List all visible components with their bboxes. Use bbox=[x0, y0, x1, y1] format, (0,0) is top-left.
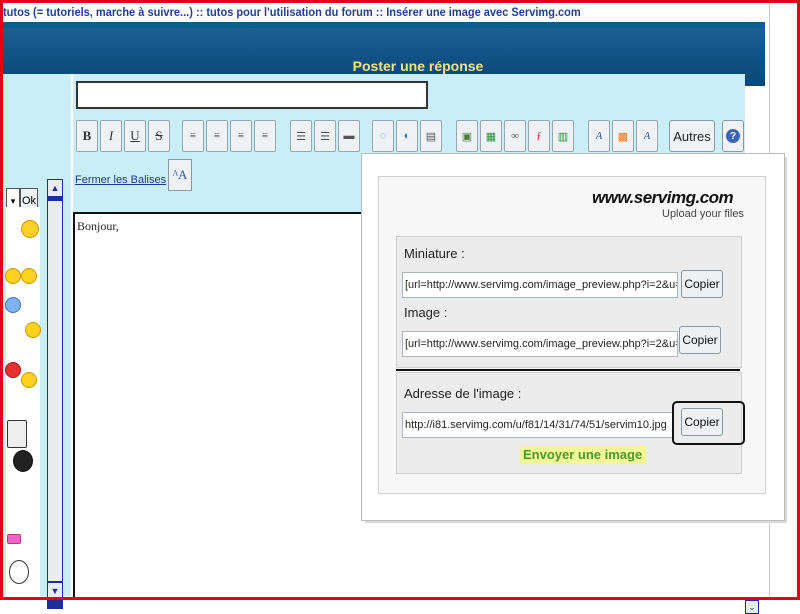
align-left-button[interactable]: ≡ bbox=[182, 120, 204, 152]
flash-icon: ƒ bbox=[536, 130, 542, 142]
number-list-button[interactable]: ☰ bbox=[314, 120, 336, 152]
link-button[interactable]: ∞ bbox=[504, 120, 526, 152]
servimg-tagline: Upload your files bbox=[662, 208, 744, 220]
smiley-scroll-thumb[interactable] bbox=[48, 201, 62, 581]
cards-smiley-icon[interactable] bbox=[7, 420, 27, 448]
image-icon: ▣ bbox=[461, 130, 473, 143]
italic-button[interactable]: I bbox=[100, 120, 122, 152]
heart-smiley-icon[interactable] bbox=[7, 534, 21, 544]
font-size-button[interactable]: A bbox=[588, 120, 610, 152]
justify-icon: ≡ bbox=[261, 130, 269, 142]
editor-scroll-down-button[interactable]: ⌄ bbox=[745, 600, 759, 614]
smiley-icon[interactable] bbox=[21, 372, 37, 388]
servimg-logo: www.servimg.com Upload your files bbox=[592, 188, 744, 220]
color-icon: ▩ bbox=[617, 130, 629, 143]
santa-smiley-icon[interactable] bbox=[5, 362, 21, 378]
flash-button[interactable]: ƒ bbox=[528, 120, 550, 152]
flower-smiley-icon[interactable] bbox=[5, 297, 21, 313]
hr-button[interactable]: ▬ bbox=[338, 120, 360, 152]
separator bbox=[396, 369, 740, 371]
breadcrumb: tutos (= tutoriels, marche à suivre...) … bbox=[3, 5, 581, 19]
snowman-smiley-icon[interactable] bbox=[9, 560, 29, 584]
code-button[interactable]: ◐ bbox=[396, 120, 418, 152]
help-button[interactable]: ? bbox=[722, 120, 744, 152]
servimg-logo-text: www.servimg.com bbox=[592, 188, 734, 207]
link-icon: ∞ bbox=[511, 130, 519, 142]
video-button[interactable]: ▥ bbox=[552, 120, 574, 152]
video-icon: ▥ bbox=[557, 130, 569, 143]
adresse-field[interactable]: http://i81.servimg.com/u/f81/14/31/74/51… bbox=[402, 412, 674, 438]
align-left-icon: ≡ bbox=[189, 130, 197, 142]
image-label: Image : bbox=[404, 305, 448, 320]
sun-smiley-icon[interactable] bbox=[21, 220, 39, 238]
copier-image-button[interactable]: Copier bbox=[679, 326, 721, 354]
miniature-label: Miniature : bbox=[404, 246, 465, 261]
quote-icon: ◌ bbox=[379, 130, 387, 142]
copier-adresse-button[interactable]: Copier bbox=[681, 408, 723, 436]
arrow-down-icon: ⌄ bbox=[748, 601, 756, 612]
font-size-icon: A bbox=[595, 130, 603, 142]
align-right-button[interactable]: ≡ bbox=[230, 120, 252, 152]
spoiler-icon: ▤ bbox=[425, 130, 437, 143]
quote-button[interactable]: ◌ bbox=[372, 120, 394, 152]
number-list-icon: ☰ bbox=[320, 130, 330, 143]
font-style-icon: ᴬA bbox=[172, 167, 188, 182]
miniature-field[interactable]: [url=http://www.servimg.com/image_previe… bbox=[402, 272, 678, 298]
spoiler-button[interactable]: ▤ bbox=[420, 120, 442, 152]
font-style-button[interactable]: ᴬA bbox=[168, 159, 192, 191]
smiley-icon[interactable] bbox=[21, 268, 37, 284]
align-right-icon: ≡ bbox=[237, 130, 245, 142]
image-button[interactable]: ▣ bbox=[456, 120, 478, 152]
page-title: Poster une réponse bbox=[352, 58, 484, 74]
message-text: Bonjour, bbox=[77, 219, 119, 233]
adresse-label: Adresse de l'image : bbox=[404, 386, 522, 401]
color-button[interactable]: ▩ bbox=[612, 120, 634, 152]
arrow-up-icon[interactable]: ▲ bbox=[48, 180, 62, 196]
hr-icon: ▬ bbox=[343, 130, 355, 142]
help-icon: ? bbox=[726, 129, 740, 143]
smiley-icon[interactable] bbox=[25, 322, 41, 338]
code-icon: ◐ bbox=[403, 130, 411, 142]
smiley-icon[interactable] bbox=[5, 268, 21, 284]
envoyer-image-link[interactable]: Envoyer une image bbox=[520, 445, 646, 464]
copier-miniature-button[interactable]: Copier bbox=[681, 270, 723, 298]
bullet-list-button[interactable]: ☰ bbox=[290, 120, 312, 152]
image-field[interactable]: [url=http://www.servimg.com/image_previe… bbox=[402, 331, 678, 357]
host-image-button[interactable]: ▦ bbox=[480, 120, 502, 152]
dog-smiley-icon[interactable] bbox=[13, 450, 33, 472]
font-face-button[interactable]: A bbox=[636, 120, 658, 152]
strike-button[interactable]: S bbox=[148, 120, 170, 152]
arrow-down-icon[interactable]: ▼ bbox=[48, 583, 62, 599]
fermer-balises-link[interactable]: Fermer les Balises bbox=[75, 174, 166, 186]
host-image-icon: ▦ bbox=[485, 130, 497, 143]
dropdown-arrow-icon: ▾ bbox=[10, 195, 16, 206]
align-center-icon: ≡ bbox=[213, 130, 221, 142]
underline-button[interactable]: U bbox=[124, 120, 146, 152]
align-center-button[interactable]: ≡ bbox=[206, 120, 228, 152]
bullet-list-icon: ☰ bbox=[296, 130, 306, 143]
bold-button[interactable]: B bbox=[76, 120, 98, 152]
smiley-scrollbar[interactable]: ▲ ▼ bbox=[47, 179, 63, 609]
autres-button[interactable]: Autres bbox=[669, 120, 715, 152]
subject-input[interactable] bbox=[76, 81, 428, 109]
justify-button[interactable]: ≡ bbox=[254, 120, 276, 152]
font-face-icon: A bbox=[643, 130, 651, 142]
